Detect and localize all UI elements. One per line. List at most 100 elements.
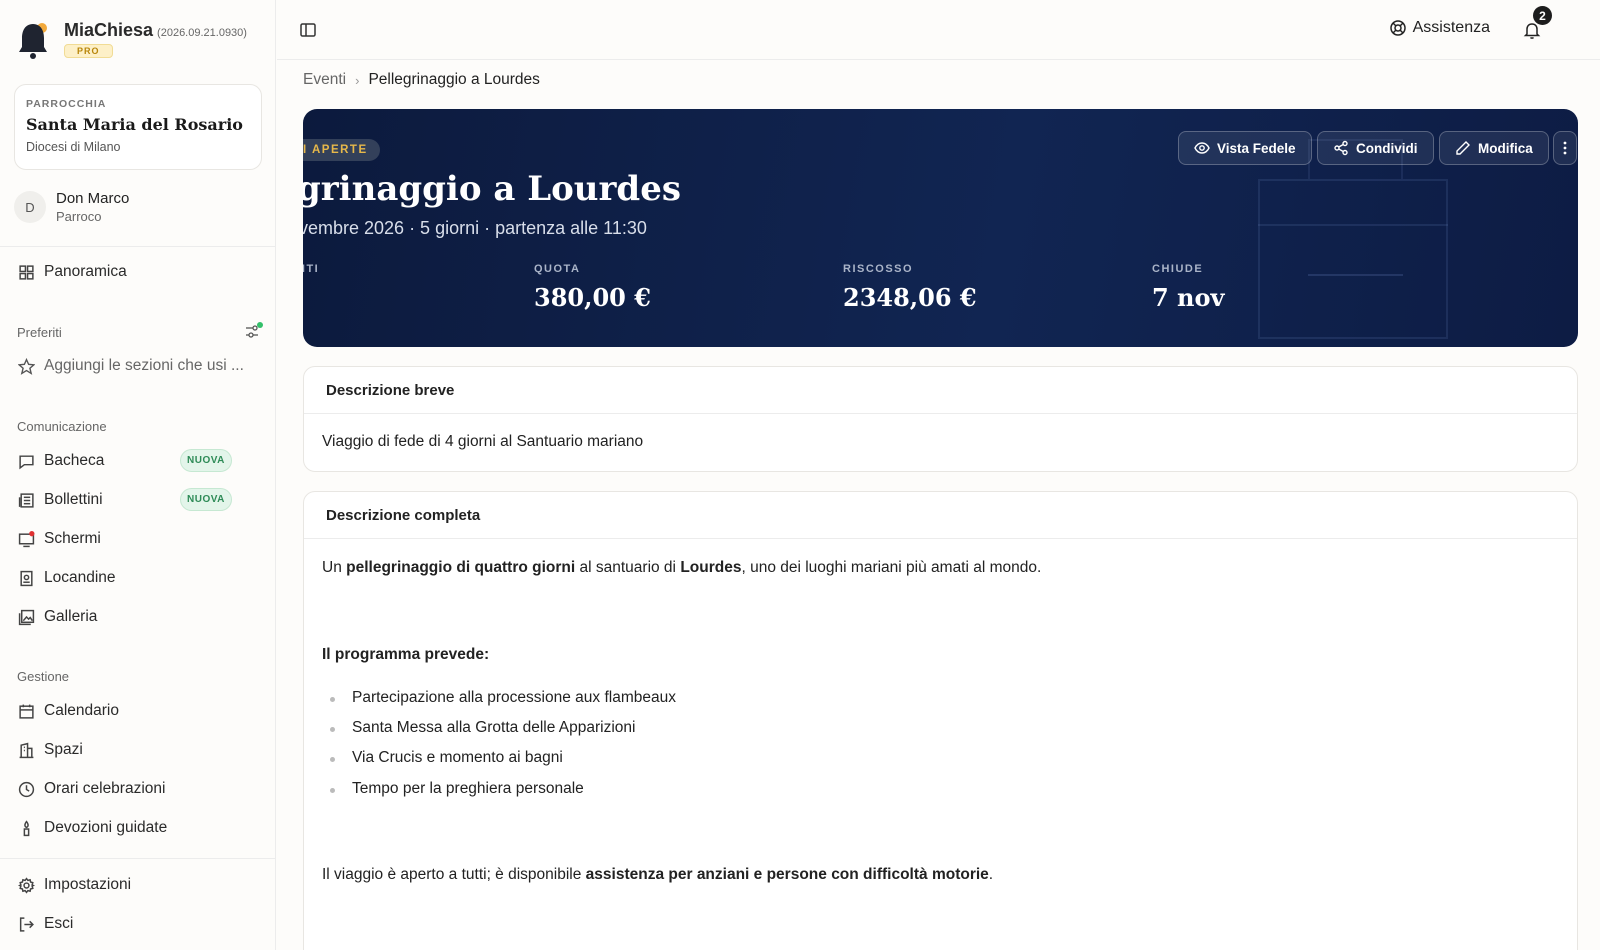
stat-quota: QUOTA 380,00 € bbox=[534, 263, 651, 312]
user-name: Don Marco bbox=[56, 190, 130, 207]
brand[interactable]: MiaChiesa (2026.09.21.0930) PRO bbox=[16, 20, 247, 60]
favorites-settings-icon[interactable] bbox=[244, 322, 264, 345]
full-description-title: Descrizione completa bbox=[304, 492, 1577, 539]
sidebar: MiaChiesa (2026.09.21.0930) PRO PARROCCHI… bbox=[0, 0, 276, 950]
stat-label: QUOTA bbox=[534, 263, 581, 275]
stat-riscosso: RISCOSSO 2348,06 € bbox=[843, 263, 977, 312]
app-version: (2026.09.21.0930) bbox=[157, 27, 247, 39]
list-item: Santa Messa alla Grotta delle Apparizion… bbox=[352, 719, 636, 736]
topbar: Assistenza 2 bbox=[277, 0, 1600, 60]
calendar-icon bbox=[17, 702, 35, 720]
nav-orari[interactable]: Orari celebrazioni bbox=[17, 777, 165, 801]
app-name: MiaChiesa bbox=[64, 20, 154, 40]
list-item: Via Crucis e momento ai bagni bbox=[352, 749, 563, 766]
share-button[interactable]: Condividi bbox=[1317, 131, 1434, 165]
nav-overview-label: Panoramica bbox=[44, 263, 127, 280]
lifebuoy-icon bbox=[1389, 20, 1406, 36]
sidebar-toggle-icon[interactable] bbox=[299, 21, 317, 39]
breadcrumb-parent[interactable]: Eventi bbox=[303, 71, 346, 89]
favorites-add[interactable]: Aggiungi le sezioni che usi ... bbox=[17, 354, 244, 378]
nav-devozioni[interactable]: Devozioni guidate bbox=[17, 816, 167, 840]
decoration bbox=[1258, 179, 1448, 339]
chevron-right-icon: › bbox=[355, 72, 360, 88]
program-title: Il programma prevede: bbox=[322, 646, 490, 663]
candle-icon bbox=[17, 819, 35, 837]
stat-chiude: CHIUDE 7 nov bbox=[1152, 263, 1224, 312]
event-title: grinaggio a Lourdes bbox=[303, 169, 681, 209]
poster-icon bbox=[17, 569, 35, 587]
building-icon bbox=[17, 741, 35, 759]
full-description-card: Descrizione completa Un pellegrinaggio d… bbox=[303, 491, 1578, 950]
nav-overview[interactable]: Panoramica bbox=[17, 260, 127, 284]
management-title: Gestione bbox=[17, 669, 70, 684]
nav-bollettini-label: Bollettini bbox=[44, 491, 103, 508]
nav-bacheca-label: Bacheca bbox=[44, 452, 105, 469]
user-role: Parroco bbox=[56, 209, 102, 224]
communication-title: Comunicazione bbox=[17, 419, 107, 434]
more-button[interactable] bbox=[1553, 131, 1577, 165]
nav-galleria[interactable]: Galleria bbox=[17, 605, 97, 629]
preview-button[interactable]: Vista Fedele bbox=[1178, 131, 1312, 165]
nav-calendario[interactable]: Calendario bbox=[17, 699, 119, 723]
parish-card[interactable]: PARROCCHIA Santa Maria del Rosario Dioce… bbox=[14, 84, 262, 170]
favorites-hint: Aggiungi le sezioni che usi ... bbox=[44, 357, 244, 374]
stat-value: 380,00 € bbox=[534, 283, 651, 312]
new-badge: NUOVA bbox=[180, 449, 232, 472]
nav-bollettini[interactable]: Bollettini bbox=[17, 488, 103, 512]
share-label: Condividi bbox=[1356, 140, 1418, 156]
nav-locandine[interactable]: Locandine bbox=[17, 566, 116, 590]
help-button[interactable]: Assistenza bbox=[1389, 19, 1490, 37]
list-item: Tempo per la preghiera personale bbox=[352, 780, 584, 797]
parish-label: PARROCCHIA bbox=[26, 98, 107, 110]
bullet bbox=[330, 727, 335, 732]
short-description-text: Viaggio di fede di 4 giorni al Santuario… bbox=[322, 433, 644, 450]
help-label: Assistenza bbox=[1412, 19, 1490, 36]
short-description-title: Descrizione breve bbox=[304, 367, 1577, 414]
edit-label: Modifica bbox=[1478, 140, 1533, 156]
nav-spazi[interactable]: Spazi bbox=[17, 738, 83, 762]
nav-galleria-label: Galleria bbox=[44, 608, 98, 625]
new-badge: NUOVA bbox=[180, 488, 232, 511]
stat-value: 2348,06 € bbox=[843, 283, 977, 312]
breadcrumb: Eventi › Pellegrinaggio a Lourdes bbox=[303, 71, 540, 89]
bullet bbox=[330, 757, 335, 762]
user-profile[interactable]: D Don Marco Parroco bbox=[14, 190, 129, 224]
clock-icon bbox=[17, 780, 35, 798]
bullet bbox=[330, 788, 335, 793]
stat-participants: NTI bbox=[303, 263, 319, 283]
share-icon bbox=[1334, 140, 1348, 156]
list-item: Partecipazione alla processione aux flam… bbox=[352, 689, 676, 706]
nav-locandine-label: Locandine bbox=[44, 569, 116, 586]
pencil-icon bbox=[1456, 141, 1470, 155]
nav-schermi[interactable]: Schermi bbox=[17, 527, 101, 551]
nav-esci[interactable]: Esci bbox=[17, 912, 73, 936]
nav-devozioni-label: Devozioni guidate bbox=[44, 819, 168, 836]
nav-spazi-label: Spazi bbox=[44, 741, 83, 758]
stat-label: NTI bbox=[303, 263, 320, 275]
nav-calendario-label: Calendario bbox=[44, 702, 119, 719]
nav-bacheca[interactable]: Bacheca bbox=[17, 449, 104, 473]
parish-diocese: Diocesi di Milano bbox=[26, 140, 121, 154]
nav-esci-label: Esci bbox=[44, 915, 74, 932]
short-description-card: Descrizione breve Viaggio di fede di 4 g… bbox=[303, 366, 1578, 472]
breadcrumb-current: Pellegrinaggio a Lourdes bbox=[368, 71, 540, 88]
newspaper-icon bbox=[17, 491, 35, 509]
bullet bbox=[330, 697, 335, 702]
nav-impostazioni[interactable]: Impostazioni bbox=[17, 873, 131, 897]
nav-orari-label: Orari celebrazioni bbox=[44, 780, 166, 797]
parish-name: Santa Maria del Rosario bbox=[26, 115, 243, 134]
edit-button[interactable]: Modifica bbox=[1439, 131, 1549, 165]
stat-label: RISCOSSO bbox=[843, 263, 914, 275]
favorites-title: Preferiti bbox=[17, 325, 62, 340]
stat-value: 7 nov bbox=[1152, 283, 1225, 312]
notification-count: 2 bbox=[1533, 6, 1552, 25]
more-vertical-icon bbox=[1563, 141, 1567, 155]
message-icon bbox=[17, 452, 35, 470]
divider bbox=[0, 246, 276, 247]
grid-icon bbox=[17, 263, 35, 281]
event-hero: I APERTE grinaggio a Lourdes vembre 2026… bbox=[303, 109, 1578, 347]
intro-paragraph: Un pellegrinaggio di quattro giorni al s… bbox=[322, 559, 1042, 576]
stat-label: CHIUDE bbox=[1152, 263, 1204, 275]
screen-icon bbox=[17, 530, 35, 548]
nav-schermi-label: Schermi bbox=[44, 530, 101, 547]
